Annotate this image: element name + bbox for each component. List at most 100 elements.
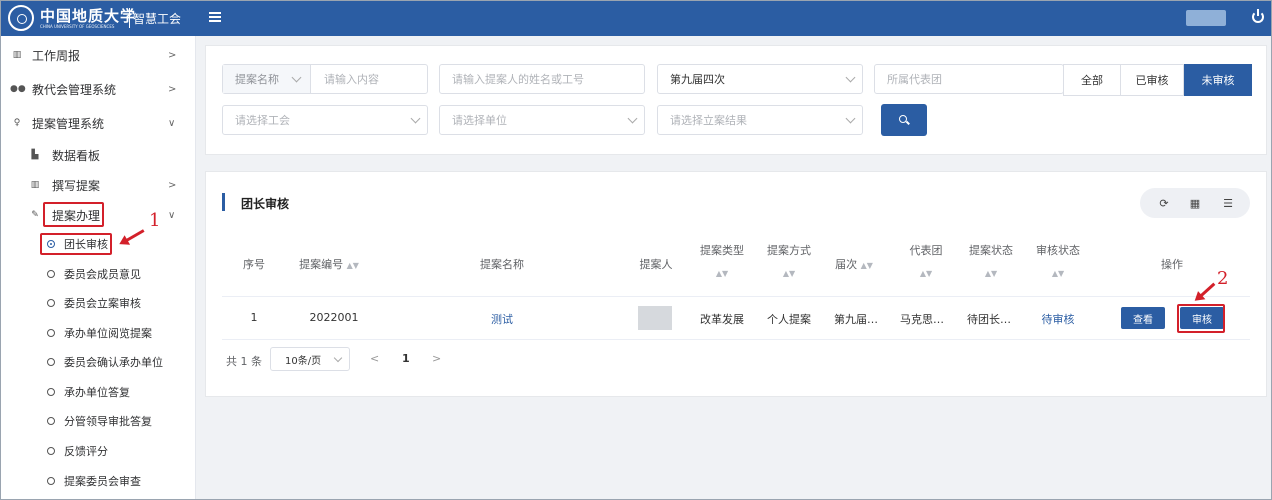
chevron-down-icon: ∨ <box>168 209 176 221</box>
top-header: 中国地质大学 CHINA UNIVERSITY OF GEOSCIENCES 智… <box>0 0 1272 36</box>
sidebar-item-label: 委员会立案审核 <box>64 296 141 310</box>
sidebar-item-label: 委员会确认承办单位 <box>64 355 163 369</box>
cell-session: 第九届… <box>834 313 878 326</box>
sidebar-item-proposal-system[interactable]: ♀ 提案管理系统 ∨ <box>0 106 196 140</box>
column-header-index: 序号 <box>243 258 265 271</box>
column-header-code[interactable]: 提案编号 ▲▼ <box>296 254 362 277</box>
chevron-down-icon <box>410 113 421 124</box>
delegation-input[interactable]: 所属代表团 <box>874 64 1064 94</box>
column-settings-icon[interactable]: ▦ <box>1180 188 1210 218</box>
sort-icon: ▲▼ <box>782 269 796 278</box>
prefix-label: 提案名称 <box>235 73 279 86</box>
union-select[interactable]: 请选择工会 <box>222 105 428 135</box>
search-icon <box>899 115 907 123</box>
edit-icon: ✎ <box>31 210 39 220</box>
circle-icon <box>47 446 55 455</box>
menu-toggle-icon[interactable] <box>209 12 221 22</box>
refresh-icon[interactable]: ⟳ <box>1149 188 1179 218</box>
sidebar-item-unit-read[interactable]: 承办单位阅览提案 <box>0 318 196 347</box>
sidebar-item-label: 教代会管理系统 <box>32 82 117 97</box>
bar-chart-icon: ▙ <box>31 150 39 160</box>
unit-select[interactable]: 请选择单位 <box>439 105 645 135</box>
next-page-button[interactable]: > <box>432 352 441 365</box>
proposal-name-input[interactable]: 请输入内容 <box>324 71 379 87</box>
column-header-label: 提案类型 <box>700 244 744 257</box>
sidebar-item-label: 数据看板 <box>52 148 101 163</box>
search-button[interactable] <box>881 104 927 136</box>
status-tab-reviewed[interactable]: 已审核 <box>1120 64 1184 96</box>
proposal-name-search-group: 提案名称 请输入内容 <box>222 64 428 94</box>
sort-icon: ▲▼ <box>346 261 359 270</box>
sort-icon: ▲▼ <box>860 261 873 270</box>
filter-panel <box>205 45 1267 155</box>
university-name-cn: 中国地质大学 <box>40 7 137 25</box>
cell-index: 1 <box>250 311 258 324</box>
sidebar-item-feedback[interactable]: 反馈评分 <box>0 436 196 465</box>
university-emblem-icon <box>8 5 34 31</box>
sidebar-item-member-opinion[interactable]: 委员会成员意见 <box>0 259 196 288</box>
column-header-label: 提案状态 <box>969 244 1013 257</box>
sidebar-item-label: 撰写提案 <box>52 178 101 193</box>
column-header-type[interactable]: 提案类型 ▲▼ <box>694 240 750 285</box>
sidebar-item-committee-filing[interactable]: 委员会立案审核 <box>0 288 196 317</box>
sort-icon: ▲▼ <box>1051 269 1065 278</box>
cell-delegation: 马克思… <box>900 313 944 326</box>
sidebar-item-unit-reply[interactable]: 承办单位答复 <box>0 377 196 406</box>
annotation-step-2: 2 <box>1217 268 1229 289</box>
status-tab-all[interactable]: 全部 <box>1063 64 1121 96</box>
circle-icon <box>47 298 55 307</box>
app-name: 智慧工会 <box>133 12 182 26</box>
proposal-name-prefix-select[interactable]: 提案名称 <box>223 65 311 93</box>
sidebar-item-label: 提案办理 <box>52 208 101 223</box>
review-button[interactable]: 审核 <box>1180 307 1224 329</box>
sidebar-item-label: 团长审核 <box>64 237 108 251</box>
prev-page-button[interactable]: < <box>370 352 379 365</box>
sidebar-item-label: 提案委员会审查 <box>64 474 141 488</box>
status-tab-unreviewed[interactable]: 未审核 <box>1184 64 1252 96</box>
page-size-select[interactable]: 10条/页 <box>270 347 350 371</box>
cell-name-link[interactable]: 测试 <box>470 311 534 327</box>
column-header-mode[interactable]: 提案方式 ▲▼ <box>761 240 817 285</box>
column-header-label: 提案编号 <box>299 258 344 271</box>
section-accent-bar <box>222 193 225 211</box>
circle-icon <box>47 476 55 485</box>
view-button[interactable]: 查看 <box>1121 307 1165 329</box>
cell-mode: 个人提案 <box>767 313 811 326</box>
current-page[interactable]: 1 <box>402 352 410 365</box>
sidebar-item-write-proposal[interactable]: ▥ 撰写提案 > <box>0 168 196 202</box>
session-select[interactable]: 第九届四次 <box>657 64 863 94</box>
pager-total: 共 1 条 <box>226 355 262 368</box>
column-header-status[interactable]: 提案状态 ▲▼ <box>963 240 1019 285</box>
sidebar-item-dashboard[interactable]: ▙ 数据看板 <box>0 138 196 172</box>
sidebar-item-label: 反馈评分 <box>64 444 108 458</box>
bulb-icon: ♀ <box>13 118 21 128</box>
column-header-label: 届次 <box>835 258 858 271</box>
sidebar-item-label: 承办单位答复 <box>64 385 130 399</box>
chevron-right-icon: > <box>168 49 177 61</box>
column-header-session[interactable]: 届次 ▲▼ <box>832 254 876 277</box>
sidebar-item-proposal-handling[interactable]: ✎ 提案办理 ∨ <box>0 198 196 232</box>
cell-review-status: 待审核 <box>1041 313 1075 326</box>
column-header-delegation[interactable]: 代表团 ▲▼ <box>898 240 954 285</box>
user-avatar[interactable] <box>1186 10 1226 26</box>
chevron-down-icon <box>291 72 302 83</box>
sidebar-item-congress[interactable]: ●● 教代会管理系统 > <box>0 72 196 106</box>
column-header-name: 提案名称 <box>480 258 524 271</box>
sidebar-item-confirm-unit[interactable]: 委员会确认承办单位 <box>0 347 196 376</box>
logout-power-icon[interactable] <box>1252 9 1264 23</box>
column-header-review[interactable]: 审核状态 ▲▼ <box>1030 240 1086 285</box>
sidebar-item-leader-review[interactable]: 团长审核 <box>0 229 196 258</box>
users-icon: ●● <box>10 84 26 94</box>
sidebar-item-committee-review[interactable]: 提案委员会审查 <box>0 466 196 495</box>
table-header-divider <box>222 296 1250 297</box>
chevron-down-icon <box>627 113 638 124</box>
filing-result-select[interactable]: 请选择立案结果 <box>657 105 863 135</box>
cell-code: 2022001 <box>309 311 359 324</box>
circle-icon <box>47 357 55 366</box>
proposer-input[interactable]: 请输入提案人的姓名或工号 <box>439 64 645 94</box>
filter-settings-icon[interactable]: ☰ <box>1213 188 1243 218</box>
sidebar-item-weekly-report[interactable]: ▥ 工作周报 > <box>0 38 196 72</box>
cell-proposer-redacted <box>638 306 672 330</box>
logo-divider <box>129 8 130 28</box>
sidebar-item-leader-approve[interactable]: 分管领导审批答复 <box>0 406 196 435</box>
